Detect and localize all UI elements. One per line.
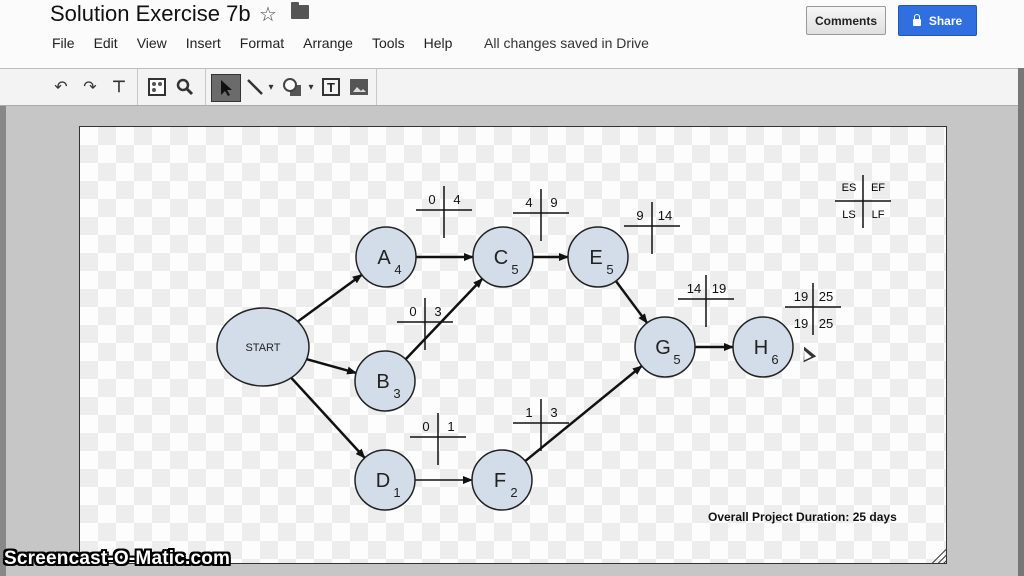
time-cross-e-ef: 14 bbox=[658, 208, 672, 223]
node-h-label: H bbox=[754, 337, 768, 359]
time-cross-a-ef: 4 bbox=[453, 192, 460, 207]
node-g-duration: 5 bbox=[673, 352, 680, 367]
node-f-duration: 2 bbox=[510, 485, 517, 500]
node-a: A4 bbox=[355, 226, 417, 288]
legend-cross: ES EF LS LF bbox=[835, 175, 891, 228]
edge-b-c bbox=[404, 277, 484, 361]
edge-start-d bbox=[290, 376, 366, 459]
edge-start-a bbox=[297, 273, 363, 323]
time-cross-g: 14 19 bbox=[678, 275, 734, 327]
time-cross-h: 19 25 19 25 bbox=[785, 283, 841, 335]
nodes-layer: STARTA4B3C5D1E5F2G5H6 bbox=[216, 226, 794, 511]
time-cross-e: 9 14 bbox=[624, 202, 680, 254]
node-e: E5 bbox=[567, 226, 629, 288]
node-a-label: A bbox=[377, 247, 391, 269]
network-diagram: STARTA4B3C5D1E5F2G5H6 0 40 34 90 19 141 314 191… bbox=[216, 175, 891, 511]
node-e-label: E bbox=[589, 247, 602, 269]
time-cross-g-ef: 19 bbox=[712, 281, 726, 296]
time-cross-b: 03 bbox=[397, 298, 453, 350]
node-h: H6 bbox=[732, 316, 794, 378]
time-cross-f-es: 1 bbox=[525, 405, 532, 420]
node-g-label: G bbox=[655, 337, 671, 359]
node-h-duration: 6 bbox=[771, 352, 778, 367]
legend-ls: LS bbox=[842, 209, 855, 221]
node-c-duration: 5 bbox=[511, 262, 518, 277]
node-start: START bbox=[216, 307, 310, 387]
time-cross-b-es: 0 bbox=[409, 304, 416, 319]
node-e-duration: 5 bbox=[606, 262, 613, 277]
legend-lf: LF bbox=[872, 209, 885, 221]
time-cross-b-ef: 3 bbox=[434, 304, 441, 319]
node-c: C5 bbox=[472, 226, 534, 288]
time-cross-h-lf: 25 bbox=[819, 316, 833, 331]
node-b-duration: 3 bbox=[393, 386, 400, 401]
node-a-duration: 4 bbox=[394, 262, 401, 277]
project-duration-label: Overall Project Duration: 25 days bbox=[708, 510, 897, 524]
legend-ef: EF bbox=[871, 182, 885, 194]
time-cross-h-ef: 25 bbox=[819, 289, 833, 304]
edge-f-g bbox=[524, 364, 643, 463]
time-cross-d-es: 0 bbox=[422, 419, 429, 434]
time-cross-c-ef: 9 bbox=[550, 195, 557, 210]
node-b-label: B bbox=[376, 371, 389, 393]
node-d-label: D bbox=[376, 470, 390, 492]
time-cross-d-ef: 1 bbox=[447, 419, 454, 434]
legend-es: ES bbox=[842, 182, 857, 194]
time-cross-e-es: 9 bbox=[636, 208, 643, 223]
edge-e-g bbox=[614, 280, 649, 324]
node-g: G5 bbox=[634, 316, 696, 378]
time-cross-f-ef: 3 bbox=[550, 405, 557, 420]
edge-start-b bbox=[306, 357, 358, 375]
node-f: F2 bbox=[471, 449, 533, 511]
time-cross-f: 13 bbox=[513, 399, 569, 451]
time-cross-g-es: 14 bbox=[687, 281, 701, 296]
time-cross-d: 01 bbox=[410, 413, 466, 465]
time-cross-a-es: 0 bbox=[428, 192, 435, 207]
time-cross-a: 04 bbox=[416, 186, 472, 238]
time-cross-h-ls: 19 bbox=[794, 316, 808, 331]
node-f-label: F bbox=[494, 470, 506, 492]
node-d-duration: 1 bbox=[393, 485, 400, 500]
watermark: Screencast-O-Matic.com bbox=[4, 548, 231, 569]
node-start-label: START bbox=[245, 342, 280, 354]
time-cross-h-es: 19 bbox=[794, 289, 808, 304]
node-c-label: C bbox=[494, 247, 508, 269]
time-cross-c-es: 4 bbox=[525, 195, 532, 210]
node-d: D1 bbox=[354, 449, 416, 511]
node-b: B3 bbox=[354, 350, 416, 412]
